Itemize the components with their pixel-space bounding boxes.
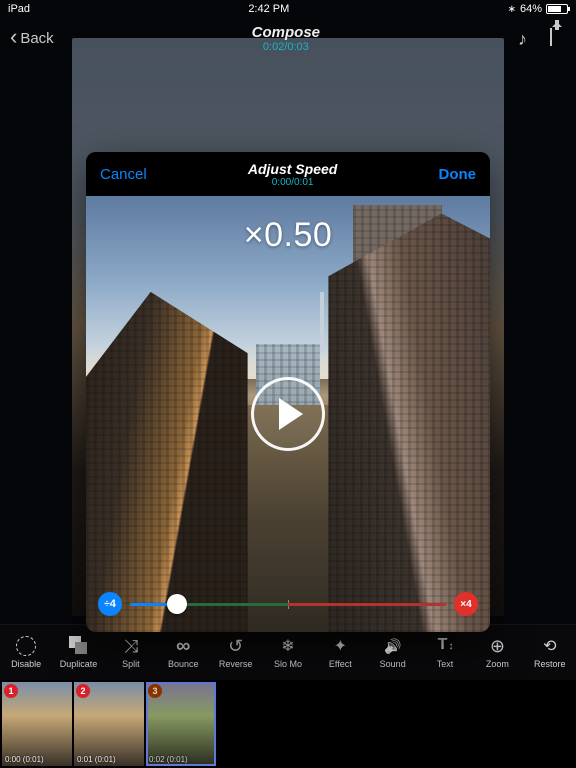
play-icon	[279, 398, 303, 430]
reverse-label: Reverse	[219, 659, 253, 669]
status-device: iPad	[8, 3, 30, 15]
restore-label: Restore	[534, 659, 566, 669]
sound-button[interactable]: Sound	[368, 636, 418, 669]
slomo-button[interactable]: Slo Mo	[263, 636, 313, 669]
bounce-icon	[173, 636, 193, 656]
speed-slider[interactable]	[130, 592, 446, 616]
bounce-label: Bounce	[168, 659, 199, 669]
duplicate-label: Duplicate	[60, 659, 98, 669]
back-label: Back	[20, 30, 53, 47]
compose-title: Compose	[54, 24, 518, 41]
bounce-button[interactable]: Bounce	[158, 636, 208, 669]
clip-thumb-selected[interactable]: 3 0:02 (0:01)	[146, 682, 216, 766]
battery-icon	[546, 4, 568, 14]
clip-time-label: 0:00 (0:01)	[5, 755, 44, 764]
done-button[interactable]: Done	[439, 166, 477, 183]
clip-time-label: 0:02 (0:01)	[149, 755, 188, 764]
status-bar: iPad 2:42 PM 64%	[0, 0, 576, 18]
text-icon	[435, 636, 455, 656]
reverse-button[interactable]: Reverse	[211, 636, 261, 669]
chevron-left-icon: ‹	[10, 26, 17, 48]
disable-button[interactable]: Disable	[1, 636, 51, 669]
effect-icon	[330, 636, 350, 656]
restore-button[interactable]: Restore	[525, 636, 575, 669]
bluetooth-icon	[508, 3, 516, 15]
clip-index-badge: 1	[4, 684, 18, 698]
disable-label: Disable	[11, 659, 41, 669]
modal-preview: ×0.50 4 4	[86, 196, 490, 632]
reverse-icon	[226, 636, 246, 656]
slow-cap-button[interactable]: 4	[98, 592, 122, 616]
clip-thumb[interactable]: 2 0:01 (0:01)	[74, 682, 144, 766]
zoom-icon	[487, 636, 507, 656]
duplicate-icon	[69, 636, 89, 656]
clip-thumbnails[interactable]: 1 0:00 (0:01) 2 0:01 (0:01) 3 0:02 (0:01…	[0, 680, 576, 768]
status-time: 2:42 PM	[30, 3, 508, 15]
duplicate-button[interactable]: Duplicate	[54, 636, 104, 669]
slider-knob[interactable]	[167, 594, 187, 614]
modal-time: 0:00/0:01	[147, 177, 439, 188]
battery-percent: 64%	[520, 3, 542, 15]
compose-time: 0:02/0:03	[54, 41, 518, 53]
zoom-label: Zoom	[486, 659, 509, 669]
split-label: Split	[122, 659, 140, 669]
sound-icon	[383, 636, 403, 656]
effect-button[interactable]: Effect	[315, 636, 365, 669]
text-label: Text	[437, 659, 454, 669]
slomo-icon	[278, 636, 298, 656]
play-button[interactable]	[251, 377, 325, 451]
speed-readout: ×0.50	[86, 216, 490, 255]
slow-cap-label: 4	[110, 598, 116, 610]
restore-icon	[540, 636, 560, 656]
split-icon	[121, 636, 141, 656]
zoom-button[interactable]: Zoom	[472, 636, 522, 669]
effect-label: Effect	[329, 659, 352, 669]
clip-time-label: 0:01 (0:01)	[77, 755, 116, 764]
split-button[interactable]: Split	[106, 636, 156, 669]
slomo-label: Slo Mo	[274, 659, 302, 669]
cancel-button[interactable]: Cancel	[100, 166, 147, 183]
share-icon[interactable]	[550, 28, 566, 48]
compose-navbar: ‹ Back Compose 0:02/0:03	[0, 18, 576, 58]
modal-navbar: Cancel Adjust Speed 0:00/0:01 Done	[86, 152, 490, 196]
music-icon[interactable]	[518, 29, 532, 47]
disable-icon	[16, 636, 36, 656]
back-button[interactable]: ‹ Back	[10, 28, 54, 48]
clip-thumb[interactable]: 1 0:00 (0:01)	[2, 682, 72, 766]
clip-index-badge: 3	[148, 684, 162, 698]
speed-slider-row: 4 4	[98, 592, 478, 616]
edit-toolbar: Disable Duplicate Split Bounce Reverse S…	[0, 624, 576, 680]
adjust-speed-modal: Cancel Adjust Speed 0:00/0:01 Done ×0.50	[86, 152, 490, 632]
fast-cap-button[interactable]: 4	[454, 592, 478, 616]
modal-title: Adjust Speed	[147, 161, 439, 177]
fast-cap-label: 4	[466, 599, 472, 610]
sound-label: Sound	[380, 659, 406, 669]
clip-index-badge: 2	[76, 684, 90, 698]
text-button[interactable]: Text	[420, 636, 470, 669]
